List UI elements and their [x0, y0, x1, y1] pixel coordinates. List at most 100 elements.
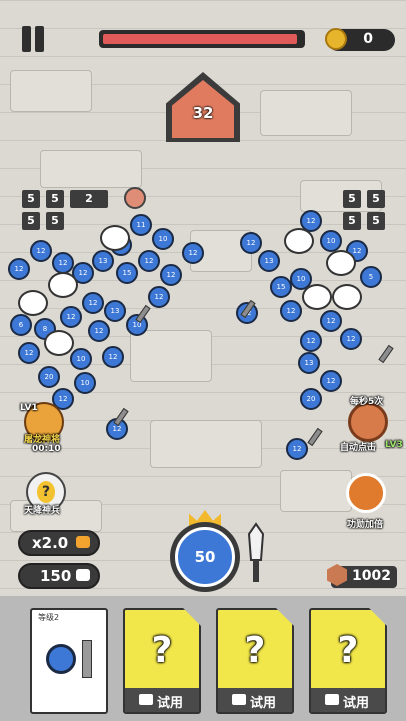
army-unit: 12 [160, 264, 182, 286]
boss-hp-fill [103, 34, 298, 44]
coin-icon [325, 28, 347, 50]
level-tile: 5 [343, 212, 361, 230]
card-question: ? [151, 630, 173, 671]
mystery-card[interactable]: ? 试用 [123, 608, 201, 714]
army-unit: 12 [30, 240, 52, 262]
card-tray: 等级2 ? 试用 ? 试用 ? 试用 [0, 596, 406, 721]
units-button[interactable]: 150 [18, 563, 100, 589]
wall-brick [10, 70, 92, 112]
level-tile: 5 [46, 190, 64, 208]
unit-card[interactable]: 等级2 [30, 608, 108, 714]
level-tile: 5 [367, 190, 385, 208]
try-label: 试用 [250, 696, 277, 711]
try-label: 试用 [343, 696, 370, 711]
try-button[interactable]: 试用 [218, 688, 292, 712]
hero-face [326, 250, 356, 276]
try-button[interactable]: 试用 [125, 688, 199, 712]
card-question: ? [244, 630, 266, 671]
blue-unit-icon [46, 644, 76, 674]
army-unit: 12 [300, 330, 322, 352]
hero-face [332, 284, 362, 310]
mystery-card[interactable]: ? 试用 [216, 608, 294, 714]
base-count: 32 [192, 104, 214, 122]
video-ad-icon [139, 694, 153, 705]
wall-brick [130, 330, 212, 382]
units-value: 150 [40, 567, 72, 585]
army-unit: 5 [360, 266, 382, 288]
spawn-button[interactable]: 50 [170, 522, 240, 592]
sky-soldier-label: 天降神兵 [24, 506, 61, 516]
level-tile: 5 [367, 212, 385, 230]
level-tile: 5 [46, 212, 64, 230]
army-unit: 20 [38, 366, 60, 388]
army-unit: 12 [60, 306, 82, 328]
boost-icon[interactable] [346, 473, 386, 513]
pause-icon [22, 26, 31, 52]
pause-button[interactable] [20, 26, 46, 52]
level-tile: 5 [343, 190, 361, 208]
army-unit: 10 [74, 372, 96, 394]
army-unit: 12 [138, 250, 160, 272]
hero-face [284, 228, 314, 254]
card-fold [369, 608, 387, 626]
speed-button[interactable]: x2.0 [18, 530, 100, 556]
wall-brick [280, 470, 352, 512]
army-unit: 12 [52, 252, 74, 274]
army-unit: 12 [18, 342, 40, 364]
army-unit: 13 [298, 352, 320, 374]
auto-click-rate: 每秒5次 [350, 397, 384, 407]
mystery-card[interactable]: ? 试用 [309, 608, 387, 714]
army-unit: 10 [152, 228, 174, 250]
army-unit: 15 [270, 276, 292, 298]
speed-value: x2.0 [32, 534, 69, 552]
army-unit: 10 [70, 348, 92, 370]
army-unit: 12 [88, 320, 110, 342]
hero-face [302, 284, 332, 310]
army-unit: 12 [320, 370, 342, 392]
coin-counter: 0 [325, 28, 395, 51]
card-question: ? [337, 630, 359, 671]
army-unit: 12 [240, 232, 262, 254]
try-label: 试用 [157, 696, 184, 711]
gem-counter: 1002 [327, 564, 397, 588]
army-unit: 13 [92, 250, 114, 272]
boss-hp-bar [99, 30, 305, 48]
army-unit: 12 [82, 292, 104, 314]
army-unit: 12 [8, 258, 30, 280]
enemy-base: 32 [166, 72, 240, 142]
level-tile: 5 [22, 190, 40, 208]
army-unit: 20 [300, 388, 322, 410]
army-unit: 12 [148, 286, 170, 308]
level-tile: 5 [22, 212, 40, 230]
try-button[interactable]: 试用 [311, 688, 385, 712]
army-unit: 12 [320, 310, 342, 332]
hero-face [48, 272, 78, 298]
pause-icon [35, 26, 44, 52]
coin-value: 0 [363, 31, 373, 47]
auto-click-level: LV3 [385, 440, 403, 450]
wall-brick [260, 90, 352, 136]
enemy-unit [124, 187, 146, 209]
boost-label: 功勋加倍 [347, 520, 384, 530]
video-ad-icon [232, 694, 246, 705]
wall-brick [40, 150, 142, 188]
hero-face [44, 330, 74, 356]
auto-click-label: 自动点击 [340, 443, 377, 453]
army-unit: 13 [258, 250, 280, 272]
army-unit: 12 [286, 438, 308, 460]
spawn-value: 50 [175, 527, 235, 587]
video-ad-icon [325, 694, 339, 705]
wall-brick [150, 420, 262, 468]
army-unit: 12 [340, 328, 362, 350]
card-fold [276, 608, 294, 626]
army-unit: 15 [116, 262, 138, 284]
army-unit: 12 [182, 242, 204, 264]
army-unit: 11 [130, 214, 152, 236]
left-level-label: LV1 [20, 403, 38, 413]
army-unit: 10 [320, 230, 342, 252]
card-level: 等级2 [38, 613, 60, 622]
level-tile: 2 [70, 190, 108, 208]
weapon-icon [82, 640, 92, 678]
army-unit: 12 [280, 300, 302, 322]
auto-click-icon[interactable] [348, 402, 388, 442]
